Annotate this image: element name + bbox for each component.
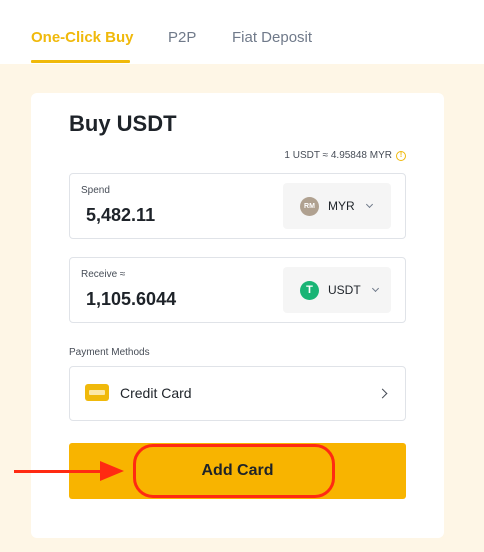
usdt-coin-icon: T bbox=[300, 280, 319, 300]
receive-field[interactable]: Receive ≈ T USDT bbox=[69, 257, 406, 323]
chevron-down-icon bbox=[371, 284, 379, 293]
tab-p2p[interactable]: P2P bbox=[168, 29, 196, 46]
tab-one-click-buy[interactable]: One-Click Buy bbox=[31, 29, 134, 46]
credit-card-icon bbox=[85, 384, 109, 401]
info-icon[interactable]: ! bbox=[396, 150, 406, 161]
annotation-arrow-icon bbox=[100, 461, 124, 481]
chevron-down-icon bbox=[365, 200, 373, 209]
spend-field[interactable]: Spend RM MYR bbox=[69, 173, 406, 239]
myr-coin-icon: RM bbox=[300, 196, 319, 216]
card-title: Buy USDT bbox=[69, 111, 177, 136]
payment-method-name: Credit Card bbox=[120, 385, 192, 401]
receive-input[interactable] bbox=[86, 289, 266, 310]
tab-bar: One-Click Buy P2P Fiat Deposit bbox=[0, 0, 484, 64]
active-tab-indicator bbox=[31, 60, 130, 63]
page: One-Click Buy P2P Fiat Deposit Buy USDT … bbox=[0, 0, 484, 552]
spend-label: Spend bbox=[81, 185, 110, 196]
annotation-arrow-shaft bbox=[14, 470, 102, 473]
receive-currency-select[interactable]: T USDT bbox=[283, 267, 391, 313]
exchange-rate-text: 1 USDT ≈ 4.95848 MYR bbox=[284, 150, 392, 161]
spend-currency-code: MYR bbox=[328, 199, 355, 213]
receive-label: Receive ≈ bbox=[81, 269, 126, 280]
spend-currency-select[interactable]: RM MYR bbox=[283, 183, 391, 229]
spend-input[interactable] bbox=[86, 205, 266, 226]
receive-currency-code: USDT bbox=[328, 283, 361, 297]
exchange-rate: 1 USDT ≈ 4.95848 MYR ! bbox=[284, 150, 406, 161]
tab-fiat-deposit[interactable]: Fiat Deposit bbox=[232, 29, 312, 46]
payment-methods-label: Payment Methods bbox=[69, 347, 150, 358]
chevron-right-icon bbox=[377, 388, 388, 399]
payment-method-selector[interactable]: Credit Card bbox=[69, 366, 406, 421]
